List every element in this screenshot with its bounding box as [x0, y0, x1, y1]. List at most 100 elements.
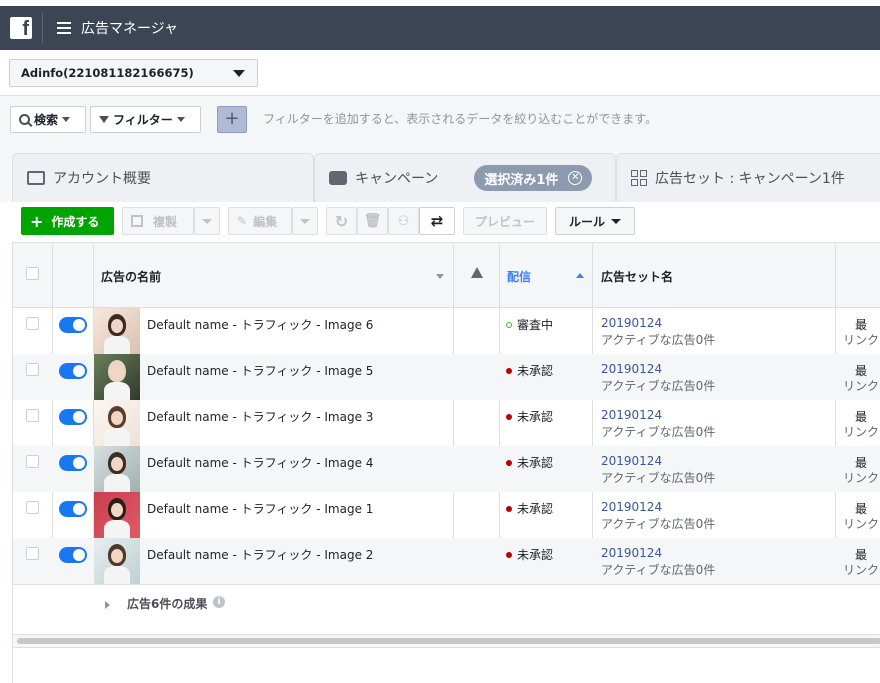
- duplicate-button[interactable]: 複製: [122, 207, 194, 235]
- delete-button[interactable]: 🗑: [357, 207, 388, 235]
- duplicate-dropdown[interactable]: [194, 207, 220, 235]
- select-all-checkbox[interactable]: [26, 267, 39, 280]
- ad-toggle[interactable]: [59, 501, 87, 517]
- row-checkbox[interactable]: [26, 363, 39, 376]
- row-checkbox[interactable]: [26, 547, 39, 560]
- row-checkbox[interactable]: [26, 317, 39, 330]
- menu-icon[interactable]: [57, 22, 71, 34]
- rules-button-label: ルール: [568, 214, 605, 229]
- status-dot: [506, 367, 512, 374]
- ad-toggle[interactable]: [59, 547, 87, 563]
- row-checkbox[interactable]: [26, 455, 39, 468]
- ad-name[interactable]: Default name - トラフィック - Image 3: [147, 408, 373, 425]
- chevron-down-icon[interactable]: [436, 274, 444, 279]
- search-button[interactable]: 検索: [10, 106, 86, 133]
- table-row[interactable]: Default name - トラフィック - Image 1 未承認 2019…: [13, 492, 880, 538]
- tab-campaigns[interactable]: キャンペーン 選択済み1件 ✕: [314, 153, 616, 202]
- account-icon: [27, 171, 45, 185]
- header-ad-name[interactable]: 広告の名前: [101, 268, 161, 285]
- ad-name[interactable]: Default name - トラフィック - Image 4: [147, 454, 373, 471]
- header-delivery[interactable]: 配信: [507, 268, 531, 285]
- ad-toggle[interactable]: [59, 317, 87, 333]
- top-navigation-bar: f 広告マネージャ: [0, 6, 880, 50]
- audience-button[interactable]: ⚇: [388, 207, 419, 235]
- delivery-status: 審査中: [506, 316, 553, 333]
- selected-badge-label: 選択済み1件: [484, 172, 559, 188]
- preview-button[interactable]: プレビュー: [463, 207, 547, 235]
- edit-button[interactable]: ✎ 編集: [228, 207, 292, 235]
- nav-divider: [42, 13, 43, 43]
- app-title: 広告マネージャ: [81, 21, 179, 37]
- ad-toggle[interactable]: [59, 363, 87, 379]
- edit-dropdown[interactable]: [292, 207, 318, 235]
- ad-name[interactable]: Default name - トラフィック - Image 5: [147, 362, 373, 379]
- ad-thumbnail[interactable]: [94, 308, 140, 354]
- table-row[interactable]: Default name - トラフィック - Image 3 未承認 2019…: [13, 400, 880, 446]
- tab-campaign-label: キャンペーン: [355, 171, 439, 187]
- facebook-logo-icon[interactable]: f: [10, 17, 32, 40]
- adset-link[interactable]: 20190124: [601, 362, 662, 376]
- adset-link[interactable]: 20190124: [601, 408, 662, 422]
- clipped-column-subtext: リンクの: [843, 425, 880, 439]
- ad-name[interactable]: Default name - トラフィック - Image 1: [147, 500, 373, 517]
- ad-thumbnail[interactable]: [94, 538, 140, 584]
- preview-button-label: プレビュー: [474, 214, 535, 229]
- toolbar: + 作成する 複製 ✎ 編集 ↻ 🗑 ⚇ ⇄ プレビュー ルール: [12, 202, 880, 242]
- row-checkbox[interactable]: [26, 501, 39, 514]
- clipped-column-subtext: リンクの: [843, 563, 880, 577]
- ad-toggle[interactable]: [59, 455, 87, 471]
- ad-thumbnail[interactable]: [94, 492, 140, 538]
- adset-link[interactable]: 20190124: [601, 316, 662, 330]
- create-button[interactable]: + 作成する: [21, 207, 114, 235]
- info-icon[interactable]: i: [213, 596, 225, 608]
- table-row[interactable]: Default name - トラフィック - Image 2 未承認 2019…: [13, 538, 880, 584]
- selected-badge[interactable]: 選択済み1件 ✕: [474, 165, 593, 191]
- people-icon: ⚇: [397, 213, 410, 229]
- account-selector[interactable]: Adinfo(221081182166675): [9, 59, 258, 87]
- rules-button[interactable]: ルール: [555, 207, 635, 235]
- header-adset-name[interactable]: 広告セット名: [601, 268, 673, 285]
- summary-row: 広告6件の成果 i: [13, 584, 880, 634]
- add-filter-button[interactable]: +: [217, 106, 247, 133]
- adset-link[interactable]: 20190124: [601, 546, 662, 560]
- status-label: 未承認: [517, 456, 554, 470]
- delivery-status: 未承認: [506, 500, 553, 517]
- adset-link[interactable]: 20190124: [601, 500, 662, 514]
- filter-button[interactable]: フィルター: [90, 106, 201, 133]
- trash-icon: 🗑: [363, 213, 382, 229]
- account-row: Adinfo(221081182166675): [0, 50, 880, 96]
- chevron-down-icon: [611, 218, 621, 224]
- ad-toggle[interactable]: [59, 409, 87, 425]
- ad-thumbnail[interactable]: [94, 400, 140, 446]
- status-label: 未承認: [517, 548, 554, 562]
- horizontal-scrollbar[interactable]: [17, 638, 880, 644]
- pencil-icon: ✎: [237, 214, 248, 228]
- ad-name[interactable]: Default name - トラフィック - Image 6: [147, 316, 373, 333]
- ad-name[interactable]: Default name - トラフィック - Image 2: [147, 546, 373, 563]
- status-label: 審査中: [517, 318, 554, 332]
- status-label: 未承認: [517, 364, 554, 378]
- chevron-down-icon: [176, 117, 185, 122]
- table-row[interactable]: Default name - トラフィック - Image 4 未承認 2019…: [13, 446, 880, 492]
- ad-thumbnail[interactable]: [94, 354, 140, 400]
- filter-button-label: フィルター: [113, 113, 173, 127]
- adset-subtext: アクティブな広告0件: [601, 517, 716, 531]
- adset-subtext: アクティブな広告0件: [601, 425, 716, 439]
- filter-icon: [99, 116, 109, 123]
- refresh-button[interactable]: ↻: [326, 207, 357, 235]
- sort-ascending-icon[interactable]: [576, 273, 584, 278]
- adset-subtext: アクティブな広告0件: [601, 379, 716, 393]
- tab-adsets[interactable]: 広告セット : キャンペーン1件: [616, 153, 880, 202]
- chevron-right-icon[interactable]: [105, 601, 110, 609]
- folder-icon: [329, 171, 347, 185]
- ab-test-button[interactable]: ⇄: [419, 207, 455, 235]
- close-icon[interactable]: ✕: [568, 171, 583, 185]
- ad-thumbnail[interactable]: [94, 446, 140, 492]
- chevron-down-icon: [202, 218, 212, 224]
- clipped-column-subtext: リンクの: [843, 517, 880, 531]
- tab-account-overview[interactable]: アカウント概要: [12, 153, 314, 202]
- table-row[interactable]: Default name - トラフィック - Image 5 未承認 2019…: [13, 354, 880, 400]
- adset-link[interactable]: 20190124: [601, 454, 662, 468]
- row-checkbox[interactable]: [26, 409, 39, 422]
- table-row[interactable]: Default name - トラフィック - Image 6 審査中 2019…: [13, 308, 880, 354]
